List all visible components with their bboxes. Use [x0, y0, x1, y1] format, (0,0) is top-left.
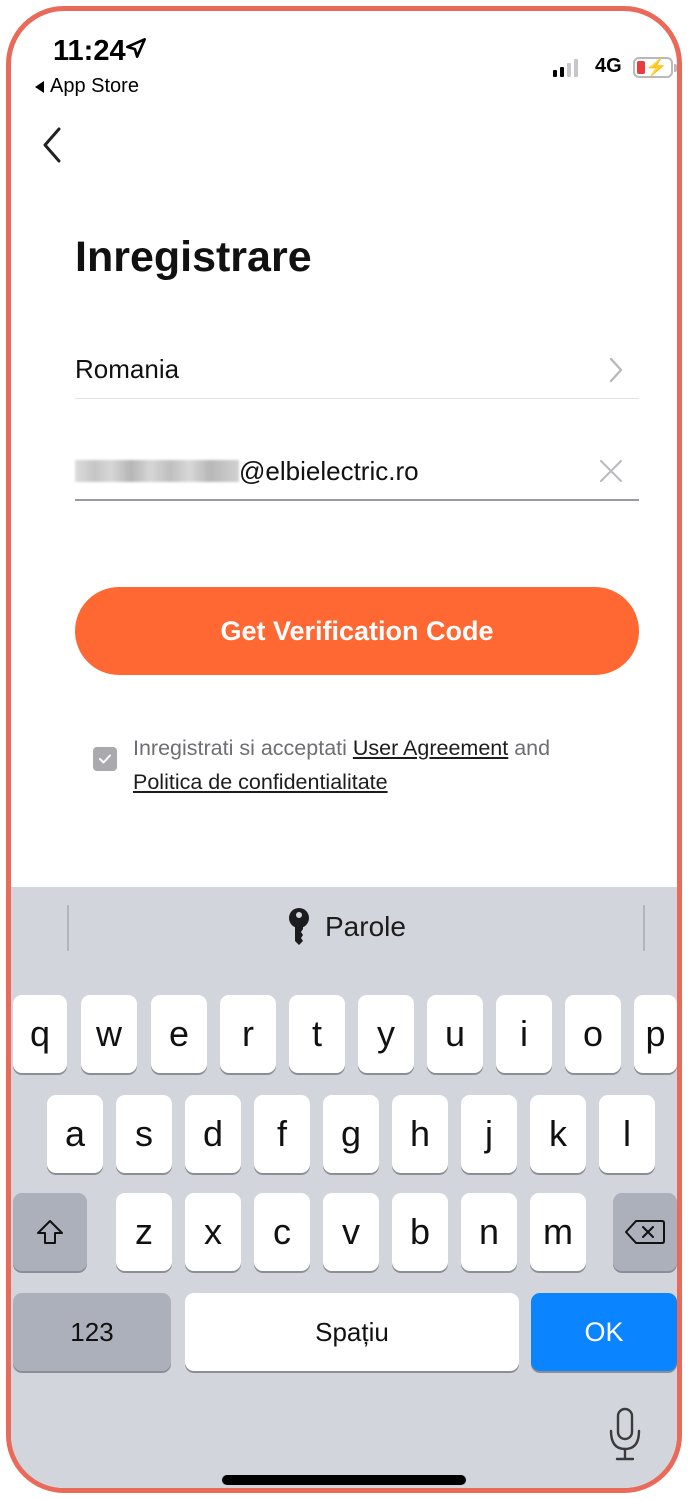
country-selector[interactable]: Romania — [75, 341, 639, 399]
page-title: Inregistrare — [75, 233, 312, 281]
key-c[interactable]: c — [254, 1193, 310, 1271]
key-a[interactable]: a — [47, 1095, 103, 1173]
check-icon — [99, 754, 111, 764]
passwords-suggestion[interactable]: Parole — [287, 907, 406, 947]
agreement-and: and — [508, 736, 551, 760]
network-type: 4G — [595, 55, 622, 77]
key-t[interactable]: t — [289, 995, 345, 1073]
get-verification-code-button[interactable]: Get Verification Code — [75, 587, 639, 675]
passwords-label: Parole — [325, 911, 406, 942]
agreement-row: Inregistrati si acceptati User Agreement… — [93, 731, 633, 799]
key-h[interactable]: h — [392, 1095, 448, 1173]
key-j[interactable]: j — [461, 1095, 517, 1173]
keyboard-suggestion-bar: Parole — [11, 887, 677, 979]
shift-icon — [37, 1220, 63, 1244]
key-w[interactable]: w — [81, 995, 137, 1073]
space-key[interactable]: Spațiu — [185, 1293, 519, 1371]
back-triangle-icon — [35, 80, 44, 93]
key-m[interactable]: m — [530, 1193, 586, 1271]
status-time: 11:24 — [53, 35, 126, 67]
agreement-checkbox[interactable] — [93, 747, 117, 771]
home-indicator[interactable] — [222, 1475, 466, 1485]
email-field[interactable]: @elbielectric.ro — [75, 443, 639, 501]
key-k[interactable]: k — [530, 1095, 586, 1173]
microphone-icon[interactable] — [607, 1407, 643, 1465]
signal-icon — [553, 59, 578, 77]
key-y[interactable]: y — [358, 995, 414, 1073]
key-v[interactable]: v — [323, 1193, 379, 1271]
backspace-icon — [625, 1220, 665, 1244]
key-g[interactable]: g — [323, 1095, 379, 1173]
key-o[interactable]: o — [565, 995, 621, 1073]
back-app-label: App Store — [50, 75, 139, 97]
clear-icon[interactable] — [597, 457, 625, 485]
privacy-policy-link[interactable]: Politica de confidentialitate — [133, 770, 388, 794]
key-f[interactable]: f — [254, 1095, 310, 1173]
keyboard: Parole q w e r t y u i o p a s d f g h j… — [11, 887, 677, 1488]
key-z[interactable]: z — [116, 1193, 172, 1271]
email-suffix: @elbielectric.ro — [239, 455, 419, 486]
redacted-email-prefix — [75, 460, 239, 482]
key-s[interactable]: s — [116, 1095, 172, 1173]
shift-key[interactable] — [13, 1193, 87, 1271]
chevron-right-icon — [609, 357, 623, 382]
ok-key[interactable]: OK — [531, 1293, 677, 1371]
key-e[interactable]: e — [151, 995, 207, 1073]
backspace-key[interactable] — [613, 1193, 677, 1271]
agreement-text: Inregistrati si acceptati User Agreement… — [133, 731, 550, 799]
key-i[interactable]: i — [496, 995, 552, 1073]
key-q[interactable]: q — [13, 995, 67, 1073]
back-to-app-link[interactable]: App Store — [35, 75, 139, 98]
numbers-key[interactable]: 123 — [13, 1293, 171, 1371]
location-arrow-icon — [126, 38, 146, 58]
key-r[interactable]: r — [220, 995, 276, 1073]
key-u[interactable]: u — [427, 995, 483, 1073]
agreement-prefix: Inregistrati si acceptati — [133, 736, 353, 760]
key-x[interactable]: x — [185, 1193, 241, 1271]
key-p[interactable]: p — [634, 995, 677, 1073]
user-agreement-link[interactable]: User Agreement — [353, 736, 508, 760]
key-b[interactable]: b — [392, 1193, 448, 1271]
back-chevron-icon[interactable] — [37, 125, 67, 165]
country-value: Romania — [75, 354, 180, 384]
key-d[interactable]: d — [185, 1095, 241, 1173]
key-icon — [289, 908, 309, 945]
key-n[interactable]: n — [461, 1193, 517, 1271]
phone-frame: 11:24 App Store 4G ⚡ Inregistrare Romani… — [6, 6, 682, 1493]
key-l[interactable]: l — [599, 1095, 655, 1173]
battery-icon: ⚡ — [633, 57, 677, 78]
